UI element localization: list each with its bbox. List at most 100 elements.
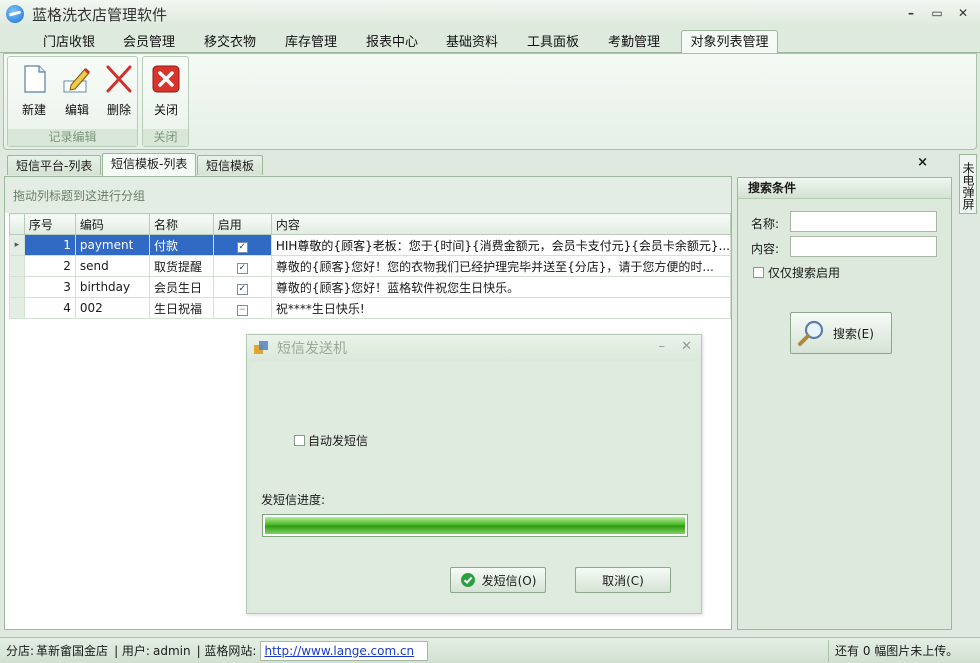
tab-object-list-management[interactable]: 对象列表管理 [681, 30, 778, 54]
window-controls: – ▭ ✕ [902, 4, 972, 22]
row-indicator-header [9, 213, 25, 235]
send-progress-bar [262, 514, 688, 537]
cancel-button[interactable]: 取消(C) [575, 567, 671, 593]
table-row[interactable]: 2 send 取货提醒 ✓ 尊敬的{顾客}您好！您的衣物我们已经护理完毕并送至{… [9, 255, 732, 277]
close-window-button[interactable]: ✕ [954, 4, 972, 22]
search-content-input[interactable] [790, 236, 937, 257]
side-tab-popup[interactable]: 未电弹屏 [959, 154, 977, 214]
delete-button[interactable]: 删除 [98, 63, 140, 121]
upload-status: 还有 0 幅图片未上传。 [828, 640, 980, 662]
auto-send-option[interactable]: 自动发短信 [294, 432, 368, 449]
user-value: admin [152, 643, 191, 658]
document-tab-bar: 短信平台-列表 短信模板-列表 短信模板 × [0, 153, 958, 176]
cell-code[interactable]: birthday [74, 276, 151, 298]
title-bar: 蓝格洗衣店管理软件 – ▭ ✕ [0, 0, 980, 28]
cell-no[interactable]: 2 [23, 255, 76, 277]
close-button[interactable]: 关闭 [145, 63, 187, 121]
search-content-label: 内容: [751, 242, 780, 256]
column-header-content[interactable]: 内容 [270, 213, 732, 235]
row-indicator [9, 255, 25, 277]
store-value: 革新畲国金店 [36, 644, 109, 658]
search-panel-title: 搜索条件 [738, 178, 951, 199]
site-label: | 蓝格网站: [196, 644, 257, 658]
column-header-enabled[interactable]: 启用 [212, 213, 272, 235]
table-row[interactable]: ▸ 1 payment 付款 ✓ HIH尊敬的{顾客}老板：您于{时间}{消费金… [9, 234, 732, 256]
new-document-icon [24, 65, 46, 93]
row-indicator [9, 276, 25, 298]
cell-name[interactable]: 付款 [149, 234, 214, 256]
ribbon-tab-bar: 门店收银 会员管理 移交衣物 库存管理 报表中心 基础资料 工具面板 考勤管理 … [0, 28, 980, 54]
search-button[interactable]: 搜索(E) [790, 312, 892, 354]
delete-x-icon [106, 65, 132, 93]
close-group: 关闭 关闭 [142, 56, 189, 147]
column-header-no[interactable]: 序号 [23, 213, 76, 235]
tab-member-management[interactable]: 会员管理 [114, 33, 184, 53]
row-indicator: ▸ [9, 234, 25, 256]
maximize-button[interactable]: ▭ [928, 4, 946, 22]
edit-pencil-icon [63, 67, 91, 93]
column-header-code[interactable]: 编码 [74, 213, 151, 235]
enabled-checkbox[interactable]: ✓ [236, 262, 248, 274]
tab-basic-data[interactable]: 基础资料 [437, 33, 507, 53]
enabled-only-checkbox[interactable] [753, 267, 764, 278]
search-panel: 搜索条件 名称: 内容: 仅仅搜索启用 搜索(E) [737, 177, 952, 630]
progress-label: 发短信进度: [261, 493, 326, 507]
cell-name[interactable]: 会员生日 [149, 276, 214, 298]
tab-attendance[interactable]: 考勤管理 [599, 33, 669, 53]
app-logo-icon [6, 5, 24, 23]
cell-content[interactable]: HIH尊敬的{顾客}老板：您于{时间}{消费金额元，会员卡支付元}{会员卡余额元… [270, 234, 732, 256]
cancel-button-label: 取消(C) [602, 573, 644, 588]
table-row[interactable]: 3 birthday 会员生日 ✓ 尊敬的{顾客}您好！蓝格软件祝您生日快乐。 [9, 276, 732, 298]
cell-code[interactable]: send [74, 255, 151, 277]
enabled-checkbox[interactable]: ✓ [236, 283, 248, 295]
search-name-label: 名称: [751, 217, 780, 231]
website-link[interactable]: http://www.lange.com.cn [260, 640, 429, 661]
tab-store-checkout[interactable]: 门店收银 [34, 33, 104, 53]
enabled-only-option[interactable]: 仅仅搜索启用 [753, 264, 840, 281]
minimize-button[interactable]: – [902, 4, 920, 22]
cell-content[interactable]: 尊敬的{顾客}您好！蓝格软件祝您生日快乐。 [270, 276, 732, 298]
close-document-icon[interactable]: × [917, 155, 928, 170]
column-header-name[interactable]: 名称 [149, 213, 214, 235]
new-button[interactable]: 新建 [13, 63, 55, 121]
sms-sender-dialog: 短信发送机 – ✕ 自动发短信 发短信进度: 发短信(O) 取消(C) [246, 334, 702, 614]
search-name-input[interactable] [790, 211, 937, 232]
ribbon-panel: 新建 编辑 删除 记录编辑 关闭 关闭 [3, 53, 977, 150]
progress-fill [265, 517, 685, 534]
auto-send-checkbox[interactable] [294, 435, 305, 446]
cell-content[interactable]: 祝****生日快乐! [270, 297, 732, 319]
tab-inventory[interactable]: 库存管理 [276, 33, 346, 53]
status-bar: 分店: 革新畲国金店 | 用户: admin | 蓝格网站: http://ww… [0, 637, 980, 663]
cell-name[interactable]: 生日祝福 [149, 297, 214, 319]
template-table: 序号 编码 名称 启用 内容 ▸ 1 payment 付款 ✓ HIH尊敬的{顾… [9, 213, 732, 319]
dialog-close-button[interactable]: ✕ [681, 339, 692, 354]
edit-button[interactable]: 编辑 [56, 63, 98, 121]
tab-sms-platform-list[interactable]: 短信平台-列表 [7, 155, 102, 175]
enabled-checkbox[interactable]: − [236, 304, 248, 316]
enabled-checkbox[interactable]: ✓ [236, 241, 248, 253]
cell-no[interactable]: 3 [23, 276, 76, 298]
cell-code[interactable]: 002 [74, 297, 151, 319]
tab-tools[interactable]: 工具面板 [518, 33, 588, 53]
send-sms-button[interactable]: 发短信(O) [450, 567, 546, 593]
cell-code[interactable]: payment [74, 234, 151, 256]
cell-content[interactable]: 尊敬的{顾客}您好！您的衣物我们已经护理完毕并送至{分店}，请于您方便的时... [270, 255, 732, 277]
user-label: | 用户: [114, 644, 150, 658]
tab-sms-template-list[interactable]: 短信模板-列表 [102, 153, 197, 176]
tab-sms-template[interactable]: 短信模板 [197, 155, 264, 175]
table-header-row: 序号 编码 名称 启用 内容 [9, 213, 732, 235]
cell-name[interactable]: 取货提醒 [149, 255, 214, 277]
record-edit-group: 新建 编辑 删除 记录编辑 [7, 56, 138, 147]
table-row[interactable]: 4 002 生日祝福 − 祝****生日快乐! [9, 297, 732, 319]
cell-no[interactable]: 4 [23, 297, 76, 319]
delete-button-label: 删除 [106, 103, 131, 117]
cell-no[interactable]: 1 [23, 234, 76, 256]
tab-transfer-clothes[interactable]: 移交衣物 [195, 33, 265, 53]
row-indicator [9, 297, 25, 319]
magnifier-icon [798, 320, 824, 346]
record-edit-group-label: 记录编辑 [8, 129, 137, 146]
dialog-app-icon [254, 341, 268, 354]
tab-reports[interactable]: 报表中心 [357, 33, 427, 53]
dialog-minimize-button[interactable]: – [659, 339, 666, 354]
close-red-icon [152, 65, 180, 93]
